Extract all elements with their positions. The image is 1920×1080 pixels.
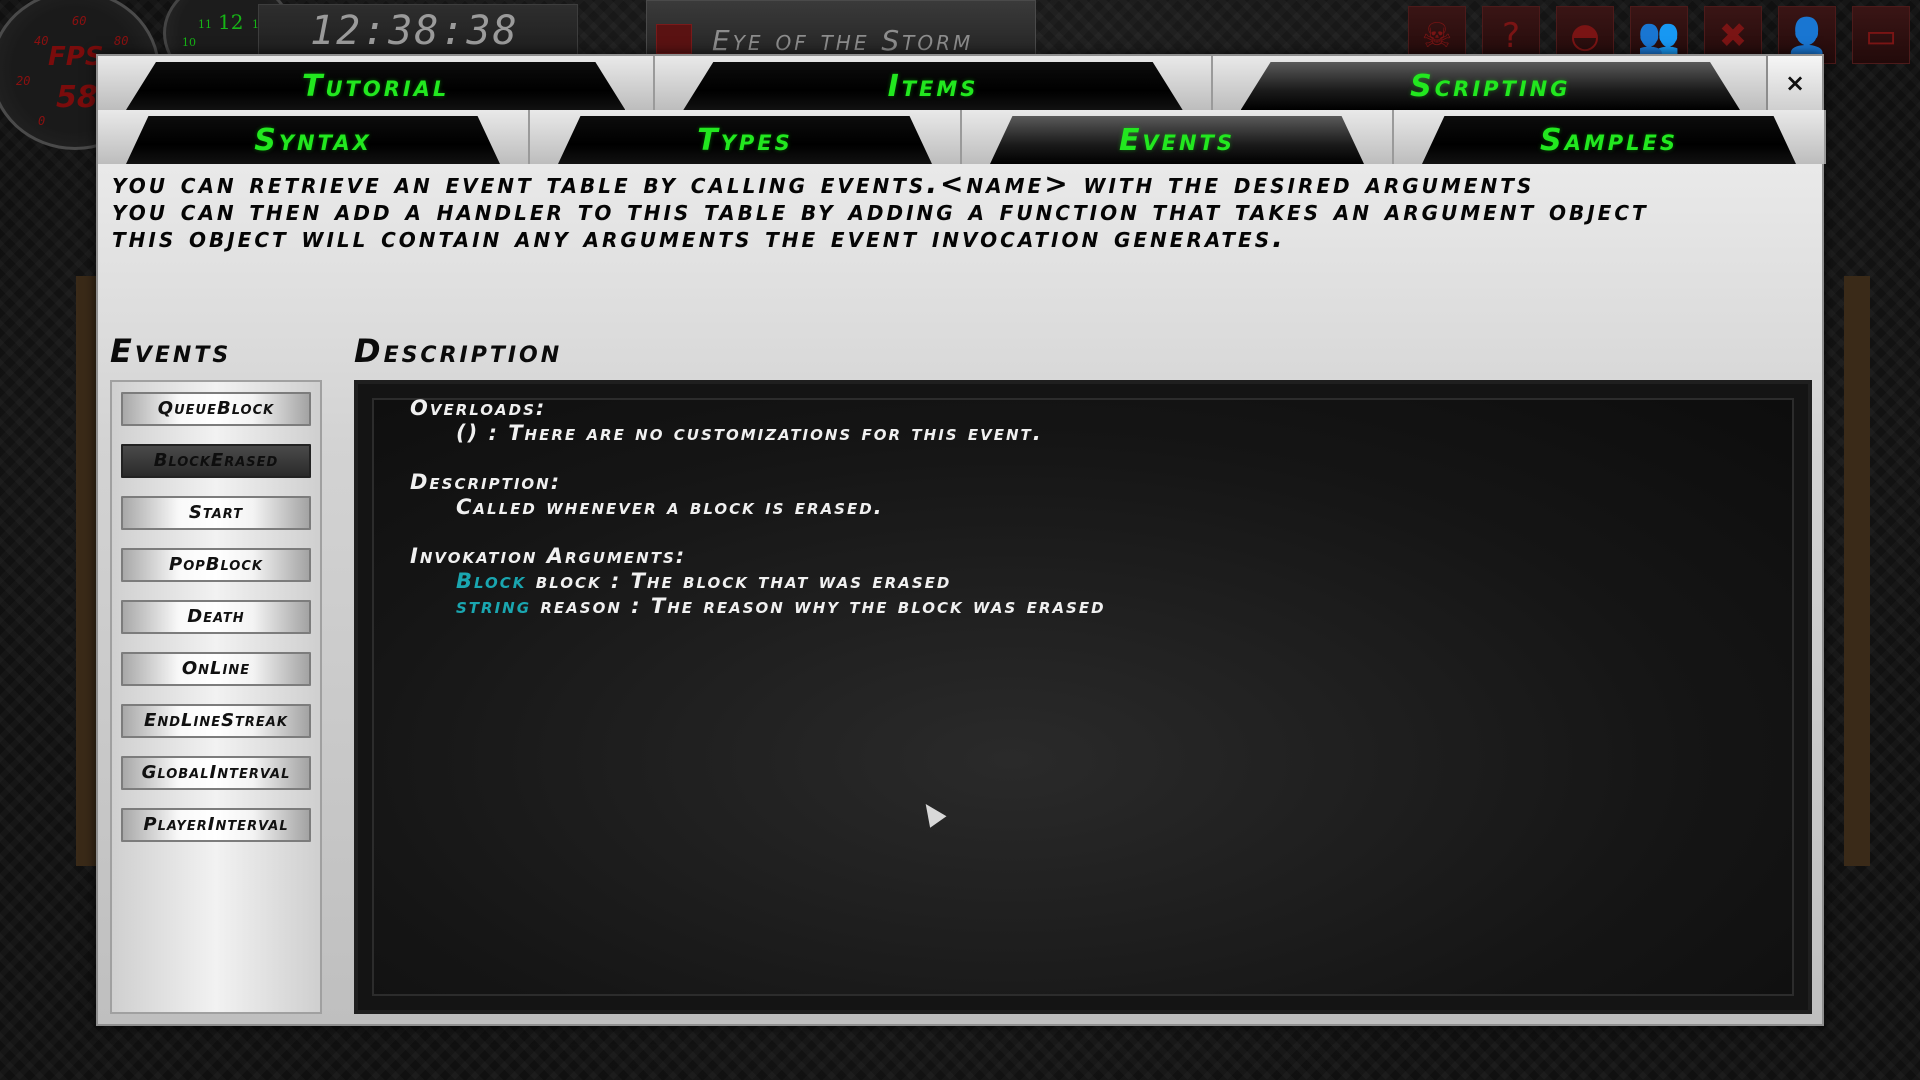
tab-events[interactable]: Events	[962, 110, 1394, 164]
arguments-heading: Invokation Arguments:	[410, 544, 687, 568]
event-list: QueueBlock BlockErased Start PopBlock De…	[110, 380, 322, 1014]
tab-samples[interactable]: Samples	[1394, 110, 1826, 164]
gauge-number: 80	[114, 34, 129, 48]
event-button-popblock[interactable]: PopBlock	[121, 548, 311, 582]
event-button-blockerased[interactable]: BlockErased	[121, 444, 311, 478]
tab-label: Types	[697, 122, 793, 158]
description-heading: Description:	[410, 470, 562, 494]
overloads-text: () : There are no customizations for thi…	[456, 421, 1043, 445]
description-title: Description	[354, 332, 563, 370]
tab-label: Scripting	[1410, 68, 1571, 104]
clock-number: 10	[182, 36, 196, 49]
tab-tutorial[interactable]: Tutorial	[98, 56, 656, 110]
fps-value: 58	[56, 80, 98, 115]
tab-label: Tutorial	[302, 68, 450, 104]
sub-tab-bar: Syntax Types Events Samples	[98, 110, 1826, 164]
main-tab-bar: Tutorial Items Scripting	[98, 56, 1770, 110]
argument-row: string reason : The reason why the block…	[410, 594, 1106, 619]
argument-type: Block	[456, 569, 527, 593]
tab-label: Syntax	[254, 122, 372, 158]
event-button-death[interactable]: Death	[121, 600, 311, 634]
description-text: Called whenever a block is erased.	[456, 495, 884, 519]
intro-line: This object will contain any arguments t…	[112, 221, 1286, 254]
side-panel-left	[76, 276, 98, 866]
argument-type: string	[456, 594, 532, 618]
tab-items[interactable]: Items	[655, 56, 1213, 110]
event-button-online[interactable]: OnLine	[121, 652, 311, 686]
tab-label: Events	[1118, 122, 1236, 158]
events-title: Events	[110, 332, 232, 370]
event-button-queueblock[interactable]: QueueBlock	[121, 392, 311, 426]
intro-text: You can retrieve an event table by calli…	[112, 167, 1812, 254]
event-button-endlinestreak[interactable]: EndLineStreak	[121, 704, 311, 738]
argument-row: Block block : The block that was erased	[410, 569, 1106, 594]
tab-types[interactable]: Types	[530, 110, 962, 164]
intro-line: You can then add a handler to this table…	[112, 194, 1649, 227]
time-display: 12:38:38	[310, 8, 519, 54]
gauge-number: 40	[34, 34, 49, 48]
event-button-playerinterval[interactable]: PlayerInterval	[121, 808, 311, 842]
menu-icon[interactable]	[656, 24, 692, 54]
clock-number: 11	[198, 18, 212, 31]
gauge-number: 20	[16, 74, 31, 88]
description-content: Overloads: () : There are no customizati…	[410, 396, 1106, 643]
argument-text: block : The block that was erased	[535, 569, 952, 593]
close-button[interactable]: ×	[1766, 56, 1822, 110]
argument-text: reason : The reason why the block was er…	[540, 594, 1106, 618]
clock-number: 12	[218, 10, 244, 34]
tab-syntax[interactable]: Syntax	[98, 110, 530, 164]
server-name: Eye of the Storm	[712, 24, 974, 57]
description-panel: Overloads: () : There are no customizati…	[354, 380, 1812, 1014]
gauge-number: 0	[38, 114, 46, 128]
tab-label: Items	[887, 68, 979, 104]
gauge-number: 60	[72, 14, 87, 28]
intro-line: You can retrieve an event table by calli…	[112, 167, 1535, 200]
side-panel-right	[1844, 276, 1870, 866]
scripting-help-window: Tutorial Items Scripting × Syntax Types …	[96, 54, 1826, 1026]
tab-label: Samples	[1540, 122, 1678, 158]
event-button-start[interactable]: Start	[121, 496, 311, 530]
monitor-icon[interactable]: ▭	[1852, 6, 1910, 64]
event-button-globalinterval[interactable]: GlobalInterval	[121, 756, 311, 790]
tab-scripting[interactable]: Scripting	[1212, 56, 1770, 110]
overloads-heading: Overloads:	[410, 396, 547, 420]
